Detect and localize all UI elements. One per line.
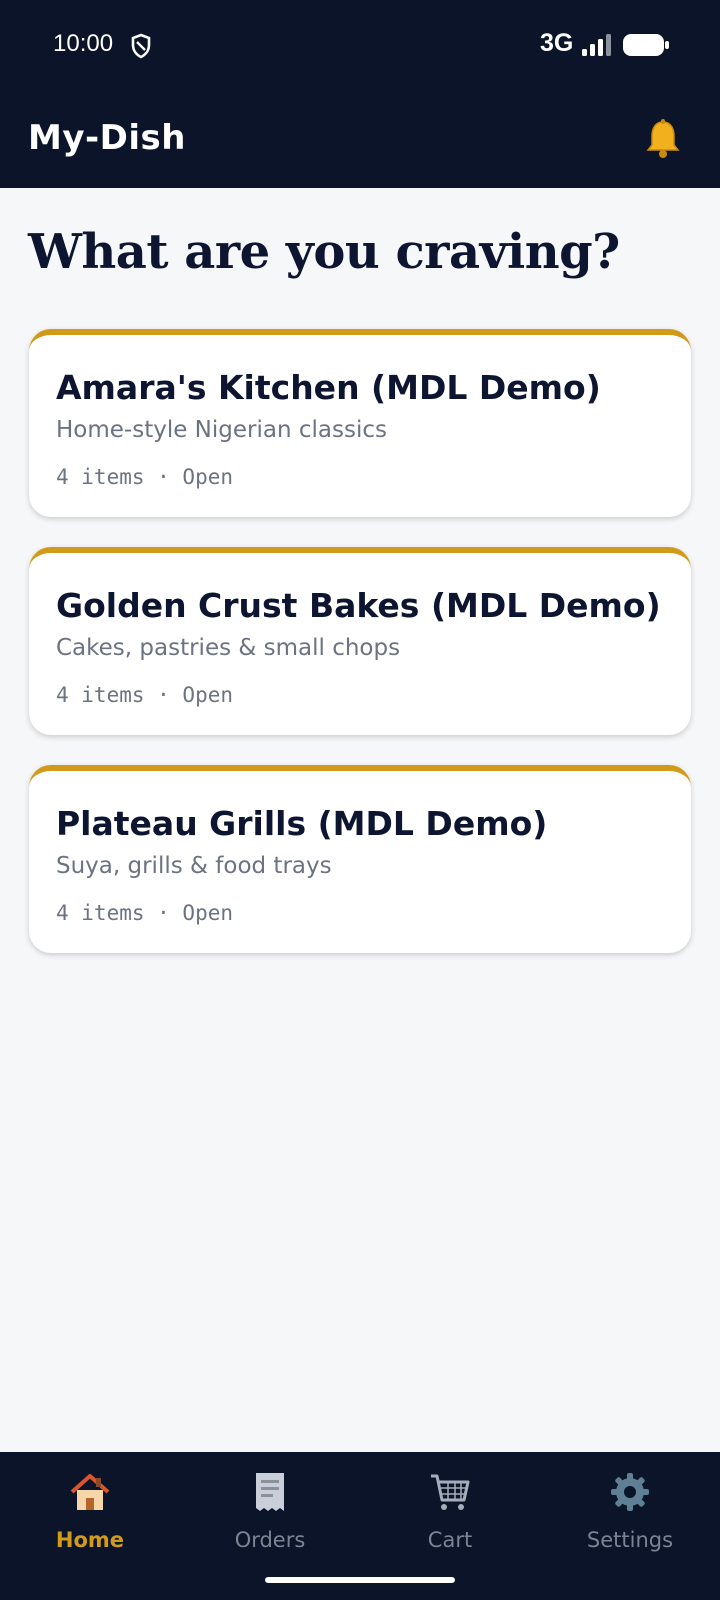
nav-item-settings[interactable]: Settings	[540, 1452, 720, 1572]
nav-item-cart[interactable]: Cart	[360, 1452, 540, 1572]
app-bar: My-Dish	[0, 90, 720, 188]
signal-icon	[582, 34, 611, 56]
restaurant-name: Golden Crust Bakes (MDL Demo)	[56, 586, 661, 625]
restaurant-meta: 4 items · Open	[56, 901, 234, 925]
restaurant-name: Amara's Kitchen (MDL Demo)	[56, 368, 601, 407]
restaurant-description: Home-style Nigerian classics	[56, 417, 387, 443]
restaurant-meta: 4 items · Open	[56, 683, 234, 707]
bell-icon[interactable]	[643, 118, 683, 160]
restaurant-card[interactable]: Amara's Kitchen (MDL Demo) Home-style Ni…	[29, 329, 691, 517]
receipt-icon	[256, 1473, 284, 1511]
restaurant-card[interactable]: Plateau Grills (MDL Demo) Suya, grills &…	[29, 765, 691, 953]
restaurant-meta: 4 items · Open	[56, 465, 234, 489]
restaurant-description: Cakes, pastries & small chops	[56, 635, 401, 661]
home-indicator[interactable]	[265, 1577, 455, 1583]
nav-label-home: Home	[55, 1528, 125, 1552]
status-bar: 10:00 3G	[0, 0, 720, 90]
status-time: 10:00	[53, 30, 114, 57]
nav-item-orders[interactable]: Orders	[180, 1452, 360, 1572]
house-icon	[70, 1474, 110, 1510]
battery-icon	[623, 34, 669, 56]
nav-item-home[interactable]: Home	[0, 1452, 180, 1572]
nav-label-settings: Settings	[586, 1528, 674, 1552]
gear-icon	[611, 1473, 649, 1511]
cart-icon	[431, 1474, 470, 1510]
nav-label-orders: Orders	[234, 1528, 306, 1552]
app-title: My-Dish	[28, 118, 186, 158]
restaurant-name: Plateau Grills (MDL Demo)	[56, 804, 548, 843]
restaurant-description: Suya, grills & food trays	[56, 853, 332, 879]
page-heading: What are you craving?	[28, 224, 620, 280]
nav-label-cart: Cart	[427, 1528, 473, 1552]
restaurant-card[interactable]: Golden Crust Bakes (MDL Demo) Cakes, pas…	[29, 547, 691, 735]
network-type: 3G	[540, 29, 574, 57]
shield-icon	[131, 33, 151, 59]
